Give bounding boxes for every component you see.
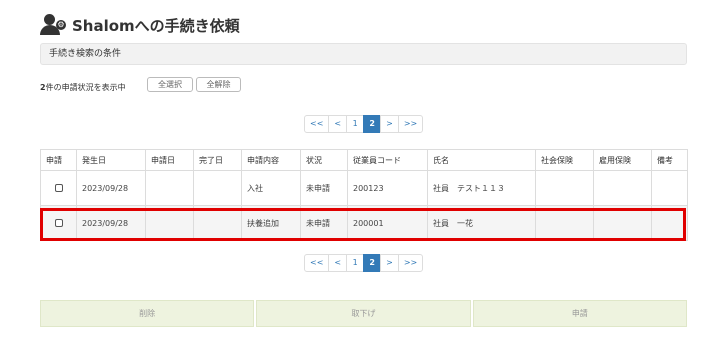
user-gear-icon: ⚙ [40, 14, 68, 36]
col-employment-insurance: 雇用保険 [593, 149, 652, 171]
pagination-bottom: << < 1 2 > >> [304, 254, 424, 272]
page-prev[interactable]: < [328, 254, 348, 272]
page-title: Shalomへの手続き依頼 [72, 16, 240, 35]
table-row[interactable]: 2023/09/28 入社 未申請 200123 社員 テスト１１３ [40, 170, 688, 206]
row-checkbox-cell [40, 170, 77, 206]
cell-occurred: 2023/09/28 [76, 170, 146, 206]
cell-code: 200001 [347, 205, 428, 241]
result-count: 2件の申請状況を表示中 [40, 82, 126, 93]
col-note: 備考 [651, 149, 688, 171]
search-conditions-panel[interactable]: 手続き検索の条件 [40, 43, 687, 65]
page-prev[interactable]: < [328, 115, 348, 133]
page-2[interactable]: 2 [363, 115, 382, 133]
cell-social [535, 205, 594, 241]
cell-social [535, 170, 594, 206]
page-next[interactable]: > [380, 115, 399, 133]
cell-applied [145, 170, 194, 206]
cell-note [651, 170, 688, 206]
page-first[interactable]: << [304, 254, 330, 272]
deselect-all-button[interactable]: 全解除 [196, 77, 241, 92]
cell-note [651, 205, 688, 241]
cell-content: 扶養追加 [241, 205, 301, 241]
delete-button[interactable]: 削除 [40, 300, 255, 327]
cell-employment [593, 170, 652, 206]
withdraw-button[interactable]: 取下げ [256, 300, 471, 327]
col-status: 状況 [300, 149, 348, 171]
page-next[interactable]: > [380, 254, 399, 272]
col-content: 申請内容 [241, 149, 301, 171]
cell-status: 未申請 [300, 205, 348, 241]
cell-occurred: 2023/09/28 [76, 205, 146, 241]
col-applied-date: 申請日 [145, 149, 194, 171]
cell-completed [193, 170, 242, 206]
page-1[interactable]: 1 [346, 254, 365, 272]
col-completed-date: 完了日 [193, 149, 242, 171]
result-count-text: 件の申請状況を表示中 [45, 83, 126, 92]
page-2[interactable]: 2 [363, 254, 382, 272]
application-table: 申請 発生日 申請日 完了日 申請内容 状況 従業員コード 氏名 社会保険 雇用… [40, 149, 688, 241]
page-1[interactable]: 1 [346, 115, 365, 133]
page-last[interactable]: >> [397, 254, 424, 272]
cell-content: 入社 [241, 170, 301, 206]
col-name: 氏名 [427, 149, 536, 171]
action-bar: 削除 取下げ 申請 [40, 300, 687, 327]
col-employee-code: 従業員コード [347, 149, 428, 171]
row-checkbox[interactable] [54, 219, 63, 227]
col-occurred-date: 発生日 [76, 149, 146, 171]
page-header: ⚙ Shalomへの手続き依頼 [40, 12, 240, 38]
cell-code: 200123 [347, 170, 428, 206]
row-checkbox[interactable] [54, 184, 63, 192]
table-row[interactable]: 2023/09/28 扶養追加 未申請 200001 社員 一花 [40, 205, 688, 241]
col-apply: 申請 [40, 149, 77, 171]
cell-name: 社員 テスト１１３ [427, 170, 536, 206]
table-header-row: 申請 発生日 申請日 完了日 申請内容 状況 従業員コード 氏名 社会保険 雇用… [40, 149, 688, 171]
cell-name: 社員 一花 [427, 205, 536, 241]
cell-applied [145, 205, 194, 241]
row-checkbox-cell [40, 205, 77, 241]
apply-button[interactable]: 申請 [472, 300, 687, 327]
cell-completed [193, 205, 242, 241]
col-social-insurance: 社会保険 [535, 149, 594, 171]
cell-employment [593, 205, 652, 241]
select-all-button[interactable]: 全選択 [147, 77, 193, 92]
cell-status: 未申請 [300, 170, 348, 206]
page-last[interactable]: >> [397, 115, 424, 133]
page-first[interactable]: << [304, 115, 330, 133]
pagination-top: << < 1 2 > >> [304, 115, 424, 133]
